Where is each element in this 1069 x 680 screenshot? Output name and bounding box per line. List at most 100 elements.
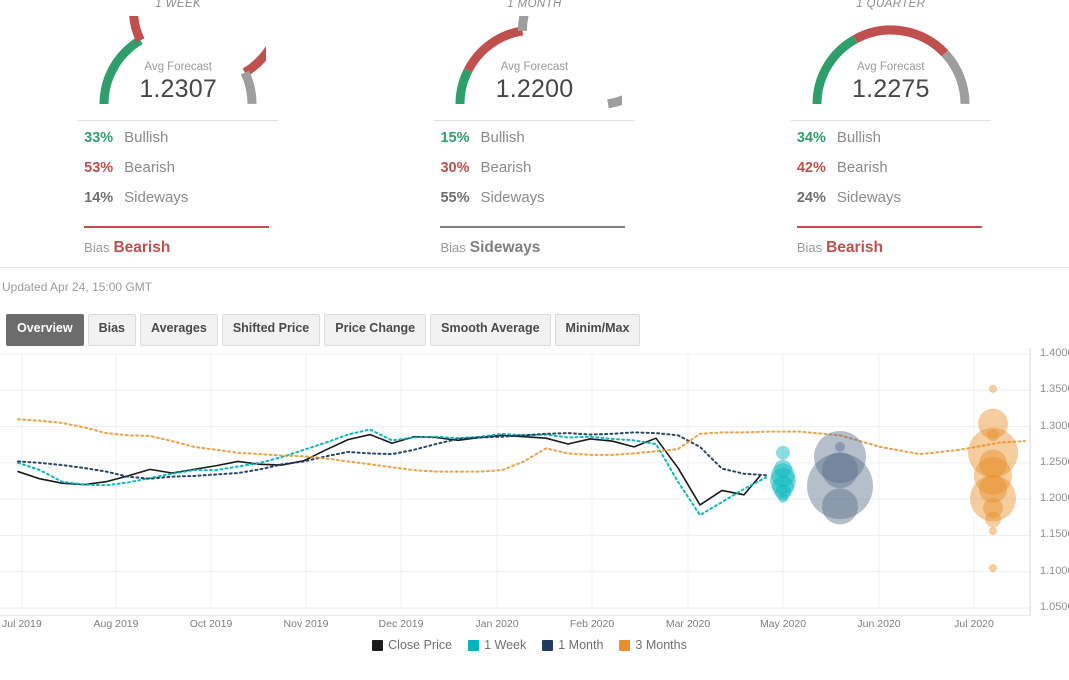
bias-underline [797, 226, 982, 228]
tab-smooth-average[interactable]: Smooth Average [430, 314, 550, 346]
forecast-poll-page: 1 WEEKAvg Forecast1.230733%Bullish53%Bea… [0, 0, 1069, 680]
sentiment-rows: 15%Bullish30%Bearish55%SidewaysBiasSidew… [434, 121, 634, 257]
gauge-arc-sideways [245, 72, 252, 103]
bias-value: Bearish [113, 239, 170, 256]
gauge-arc-bullish [460, 70, 468, 104]
series-line-1-week [18, 429, 766, 515]
gauge-arc-bearish [133, 16, 266, 72]
tab-price-change[interactable]: Price Change [324, 314, 426, 346]
x-tick-label: Jun 2020 [857, 618, 900, 630]
gauge-arc-bullish [817, 39, 855, 104]
chart-legend: Close Price 1 Week 1 Month 3 Months [0, 638, 1069, 652]
x-tick-label: Jul 2019 [2, 618, 42, 630]
bias-value: Sideways [470, 239, 541, 256]
sentiment-row-sideways: 24%Sideways [791, 189, 991, 219]
x-tick-label: May 2020 [760, 618, 806, 630]
forecast-gauge: Avg Forecast1.2200 [446, 16, 622, 108]
sentiment-row-bearish: 42%Bearish [791, 159, 991, 189]
sideways-label: Sideways [837, 189, 901, 206]
forecast-panel-2: 1 MONTH Avg Forecast1.2200 15%Bullish 30%Be… [356, 0, 712, 267]
legend-swatch-icon [542, 640, 553, 651]
bias-label: Bias [84, 240, 109, 255]
bias-label: Bias [440, 240, 465, 255]
tab-averages[interactable]: Averages [140, 314, 218, 346]
forecast-bubble [989, 385, 997, 393]
gauge-arc-bearish [855, 30, 945, 53]
legend-item[interactable]: Close Price [372, 638, 452, 652]
x-tick-label: Jul 2020 [954, 618, 994, 630]
legend-label: 1 Week [484, 638, 526, 652]
series-line-close-price [18, 435, 760, 505]
x-tick-label: Dec 2019 [379, 618, 424, 630]
bullish-label: Bullish [124, 129, 168, 146]
sentiment-rows: 34%Bullish42%Bearish24%SidewaysBiasBeari… [791, 121, 991, 257]
sideways-percent: 24% [791, 190, 837, 206]
x-tick-label: Jan 2020 [475, 618, 518, 630]
tab-bias[interactable]: Bias [88, 314, 136, 346]
sideways-percent: 14% [78, 190, 124, 206]
x-tick-label: Mar 2020 [666, 618, 710, 630]
bullish-label: Bullish [837, 129, 881, 146]
bearish-percent: 53% [78, 160, 124, 176]
bearish-label: Bearish [837, 159, 888, 176]
y-tick-label: 1.3500 [1040, 383, 1069, 395]
panel-title: 1 MONTH [356, 0, 712, 12]
forecast-bubble [985, 511, 1001, 527]
y-tick-label: 1.4000 [1040, 347, 1069, 359]
x-tick-label: Aug 2019 [94, 618, 139, 630]
y-tick-label: 1.2500 [1040, 456, 1069, 468]
bearish-percent: 42% [791, 160, 837, 176]
legend-item[interactable]: 3 Months [619, 638, 686, 652]
updated-timestamp: Updated Apr 24, 15:00 GMT [0, 268, 1069, 302]
forecast-bubble [989, 527, 997, 535]
legend-label: Close Price [388, 638, 452, 652]
legend-swatch-icon [619, 640, 630, 651]
bias-row: Bias Bearish [797, 239, 991, 257]
sentiment-rows: 33%Bullish53%Bearish14%SidewaysBiasBeari… [78, 121, 278, 257]
bearish-label: Bearish [124, 159, 175, 176]
gauge-arc-bullish [104, 40, 140, 104]
tab-minim-max[interactable]: Minim/Max [555, 314, 641, 346]
forecast-gauge: Avg Forecast1.2275 [803, 16, 979, 108]
forecast-bubble [822, 488, 858, 524]
y-tick-label: 1.3000 [1040, 420, 1069, 432]
bias-label: Bias [797, 240, 822, 255]
sideways-label: Sideways [480, 189, 544, 206]
gauge-arc-sideways [523, 16, 623, 104]
y-axis-labels: 1.40001.35001.30001.25001.20001.15001.10… [1034, 346, 1069, 614]
forecast-gauge: Avg Forecast1.2307 [90, 16, 266, 108]
forecast-bubble [989, 564, 997, 572]
x-tick-label: Nov 2019 [284, 618, 329, 630]
legend-swatch-icon [372, 640, 383, 651]
x-axis-labels: Jul 2019 Aug 2019 Oct 2019 Nov 2019 Dec 2019… [0, 618, 1069, 636]
legend-label: 3 Months [635, 638, 686, 652]
x-tick-label: Oct 2019 [190, 618, 233, 630]
bias-row: Bias Sideways [440, 239, 634, 257]
legend-item[interactable]: 1 Week [468, 638, 526, 652]
legend-swatch-icon [468, 640, 479, 651]
sentiment-row-sideways: 14%Sideways [78, 189, 278, 219]
chart-plot [0, 346, 1069, 616]
y-tick-label: 1.2000 [1040, 492, 1069, 504]
bias-value: Bearish [826, 239, 883, 256]
sentiment-row-bearish: 30%Bearish [434, 159, 634, 189]
sentiment-row-bullish: 33%Bullish [78, 129, 278, 159]
forecast-bubble [776, 446, 790, 460]
series-line-3-months [18, 419, 1025, 471]
bullish-percent: 15% [434, 130, 480, 146]
legend-label: 1 Month [558, 638, 603, 652]
sideways-percent: 55% [434, 190, 480, 206]
tab-overview[interactable]: Overview [6, 314, 84, 346]
forecast-chart: 1.40001.35001.30001.25001.20001.15001.10… [0, 346, 1069, 656]
sentiment-row-bearish: 53%Bearish [78, 159, 278, 189]
bullish-label: Bullish [480, 129, 524, 146]
y-tick-label: 1.0500 [1040, 601, 1069, 613]
x-tick-label: Feb 2020 [570, 618, 614, 630]
y-tick-label: 1.1500 [1040, 528, 1069, 540]
chart-tabs: OverviewBiasAveragesShifted PricePrice C… [0, 302, 1069, 346]
bearish-percent: 30% [434, 160, 480, 176]
sideways-label: Sideways [124, 189, 188, 206]
legend-item[interactable]: 1 Month [542, 638, 603, 652]
tab-shifted-price[interactable]: Shifted Price [222, 314, 320, 346]
forecast-panels: 1 WEEKAvg Forecast1.230733%Bullish53%Bea… [0, 0, 1069, 268]
